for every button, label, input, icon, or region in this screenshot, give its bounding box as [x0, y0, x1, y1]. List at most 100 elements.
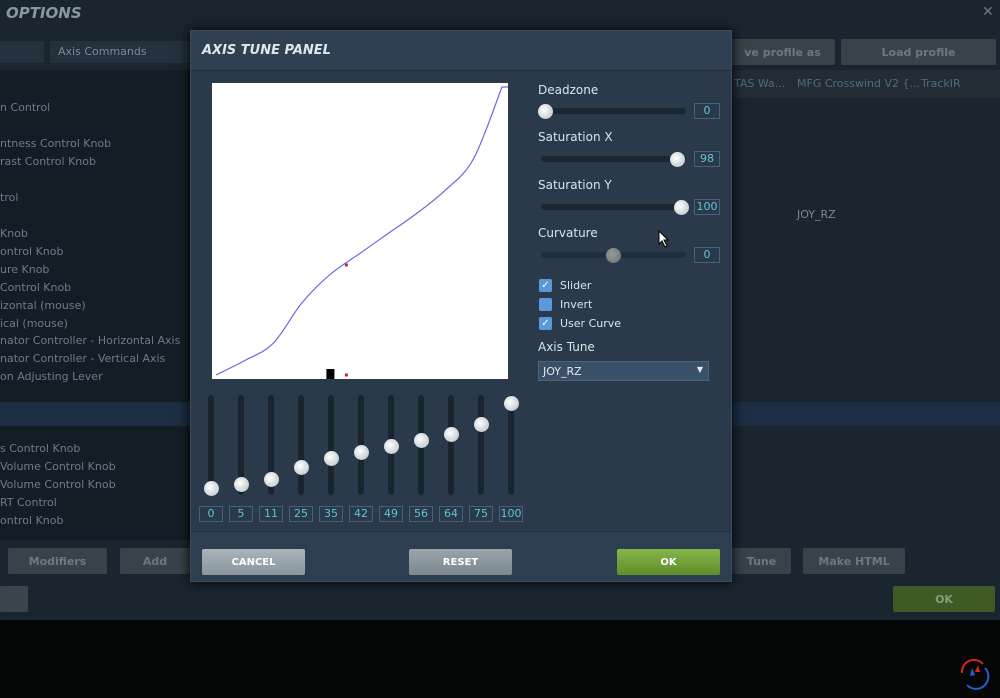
- column-tas[interactable]: TAS Wa...: [734, 77, 785, 90]
- back-button[interactable]: [0, 586, 28, 612]
- command-list-item[interactable]: ical (mouse): [0, 317, 68, 330]
- curve-point-thumb[interactable]: [294, 459, 309, 475]
- add-button[interactable]: Add: [120, 548, 190, 574]
- command-list-item[interactable]: izontal (mouse): [0, 299, 86, 312]
- dialog-title: AXIS TUNE PANEL: [202, 43, 331, 58]
- checkbox-unchecked-icon[interactable]: [539, 298, 552, 311]
- curve-point-thumb[interactable]: [414, 433, 429, 449]
- deadzone-label: Deadzone: [538, 83, 599, 97]
- cockpit-background: [0, 620, 1000, 698]
- curve-point-value[interactable]: 42: [349, 506, 373, 522]
- column-crosswind[interactable]: MFG Crosswind V2 {...: [797, 77, 920, 90]
- curve-point-value[interactable]: 11: [259, 506, 283, 522]
- command-list-item[interactable]: rast Control Knob: [0, 155, 96, 168]
- deadzone-slider[interactable]: [541, 108, 686, 114]
- command-list-item[interactable]: ure Knob: [0, 263, 49, 276]
- saturation-x-slider[interactable]: [541, 156, 686, 162]
- invert-checkbox[interactable]: Invert: [539, 298, 592, 311]
- saturation-x-value[interactable]: 98: [694, 151, 720, 167]
- curve-point-thumb[interactable]: [204, 481, 219, 496]
- saturation-y-value[interactable]: 100: [694, 199, 720, 215]
- command-list-item[interactable]: Control Knob: [0, 281, 71, 294]
- command-list-item[interactable]: on Adjusting Lever: [0, 370, 103, 383]
- dialog-header: AXIS TUNE PANEL: [191, 31, 731, 71]
- options-ok-button[interactable]: OK: [893, 586, 995, 612]
- saturation-y-thumb[interactable]: [674, 200, 689, 215]
- curve-point-value[interactable]: 75: [469, 506, 493, 522]
- axis-tune-dialog: AXIS TUNE PANEL Deadzone 0 Saturation X …: [190, 30, 732, 582]
- curve-point-slider[interactable]: [208, 395, 214, 495]
- command-list-item[interactable]: n Control: [0, 101, 50, 114]
- curve-point-value[interactable]: 25: [289, 506, 313, 522]
- curve-point-slider[interactable]: [328, 395, 334, 495]
- slider-checkbox[interactable]: ✓ Slider: [539, 279, 591, 292]
- saturation-y-slider[interactable]: [541, 204, 686, 210]
- axis-tune-value: JOY_RZ: [543, 365, 582, 378]
- curve-point-value[interactable]: 49: [379, 506, 403, 522]
- curve-point-thumb[interactable]: [324, 451, 339, 467]
- command-list-item[interactable]: s Control Knob: [0, 442, 80, 455]
- curve-point-thumb[interactable]: [444, 426, 459, 442]
- saturation-y-label: Saturation Y: [538, 178, 612, 192]
- close-icon[interactable]: ✕: [982, 4, 994, 20]
- saturation-x-label: Saturation X: [538, 130, 613, 144]
- load-profile-button[interactable]: Load profile: [841, 39, 996, 65]
- curve-point-value[interactable]: 64: [439, 506, 463, 522]
- command-list-item[interactable]: RT Control: [0, 496, 57, 509]
- curve-point-thumb[interactable]: [384, 439, 399, 455]
- reset-button[interactable]: RESET: [409, 549, 512, 575]
- save-profile-as-button[interactable]: ve profile as: [730, 39, 835, 65]
- curve-point-thumb[interactable]: [234, 476, 249, 492]
- cancel-button[interactable]: CANCEL: [202, 549, 305, 575]
- curve-point-thumb[interactable]: [504, 396, 519, 411]
- curve-point-slider[interactable]: [478, 395, 484, 495]
- checkbox-checked-icon[interactable]: ✓: [539, 317, 552, 330]
- curve-point-value[interactable]: 100: [499, 506, 523, 522]
- command-list-item[interactable]: Volume Control Knob: [0, 478, 116, 491]
- command-list-item[interactable]: Knob: [0, 227, 28, 240]
- command-list-item[interactable]: ontrol Knob: [0, 514, 63, 527]
- curve-point-thumb[interactable]: [264, 471, 279, 487]
- output-point-marker: [344, 263, 348, 267]
- user-curve-checkbox[interactable]: ✓ User Curve: [539, 317, 621, 330]
- make-html-button[interactable]: Make HTML: [803, 548, 905, 574]
- curve-point-slider[interactable]: [448, 395, 454, 495]
- curvature-thumb[interactable]: [606, 248, 621, 263]
- dialog-footer: CANCEL RESET OK: [191, 531, 731, 581]
- response-curve: [215, 86, 508, 376]
- command-list-item[interactable]: nator Controller - Horizontal Axis: [0, 334, 180, 347]
- chevron-down-icon: ▼: [696, 365, 703, 374]
- deadzone-value[interactable]: 0: [694, 103, 720, 119]
- curve-point-value[interactable]: 5: [229, 506, 253, 522]
- deadzone-thumb[interactable]: [538, 104, 553, 119]
- curve-point-value[interactable]: 0: [199, 506, 223, 522]
- axis-tune-select[interactable]: JOY_RZ ▼: [538, 361, 709, 381]
- curve-point-thumb[interactable]: [474, 417, 489, 433]
- modifiers-button[interactable]: Modifiers: [8, 548, 107, 574]
- checkbox-checked-icon[interactable]: ✓: [539, 279, 552, 292]
- output-point-marker: [344, 373, 348, 377]
- axis-tune-label: Axis Tune: [538, 340, 595, 354]
- curve-point-slider[interactable]: [298, 395, 304, 495]
- aircraft-select[interactable]: [0, 41, 44, 63]
- command-list-item[interactable]: Volume Control Knob: [0, 460, 116, 473]
- curvature-label: Curvature: [538, 226, 598, 240]
- command-list-item[interactable]: nator Controller - Vertical Axis: [0, 352, 165, 365]
- ok-button[interactable]: OK: [617, 549, 720, 575]
- assigned-axis[interactable]: JOY_RZ: [797, 208, 836, 221]
- column-trackir[interactable]: TrackIR: [921, 77, 961, 90]
- command-list-item[interactable]: trol: [0, 191, 18, 204]
- curve-graph: [212, 83, 508, 379]
- saturation-x-thumb[interactable]: [670, 152, 685, 167]
- category-select[interactable]: Axis Commands: [50, 41, 190, 63]
- command-list-item[interactable]: ntness Control Knob: [0, 137, 111, 150]
- curve-point-thumb[interactable]: [354, 445, 369, 461]
- curve-point-value[interactable]: 56: [409, 506, 433, 522]
- curve-point-value[interactable]: 35: [319, 506, 343, 522]
- axis-tune-button[interactable]: Tune: [732, 548, 791, 574]
- curvature-value[interactable]: 0: [694, 247, 720, 263]
- command-list-item[interactable]: ontrol Knob: [0, 245, 63, 258]
- logo-icon: [960, 658, 990, 690]
- mouse-cursor-icon: [658, 230, 670, 248]
- input-position-marker: [326, 369, 335, 379]
